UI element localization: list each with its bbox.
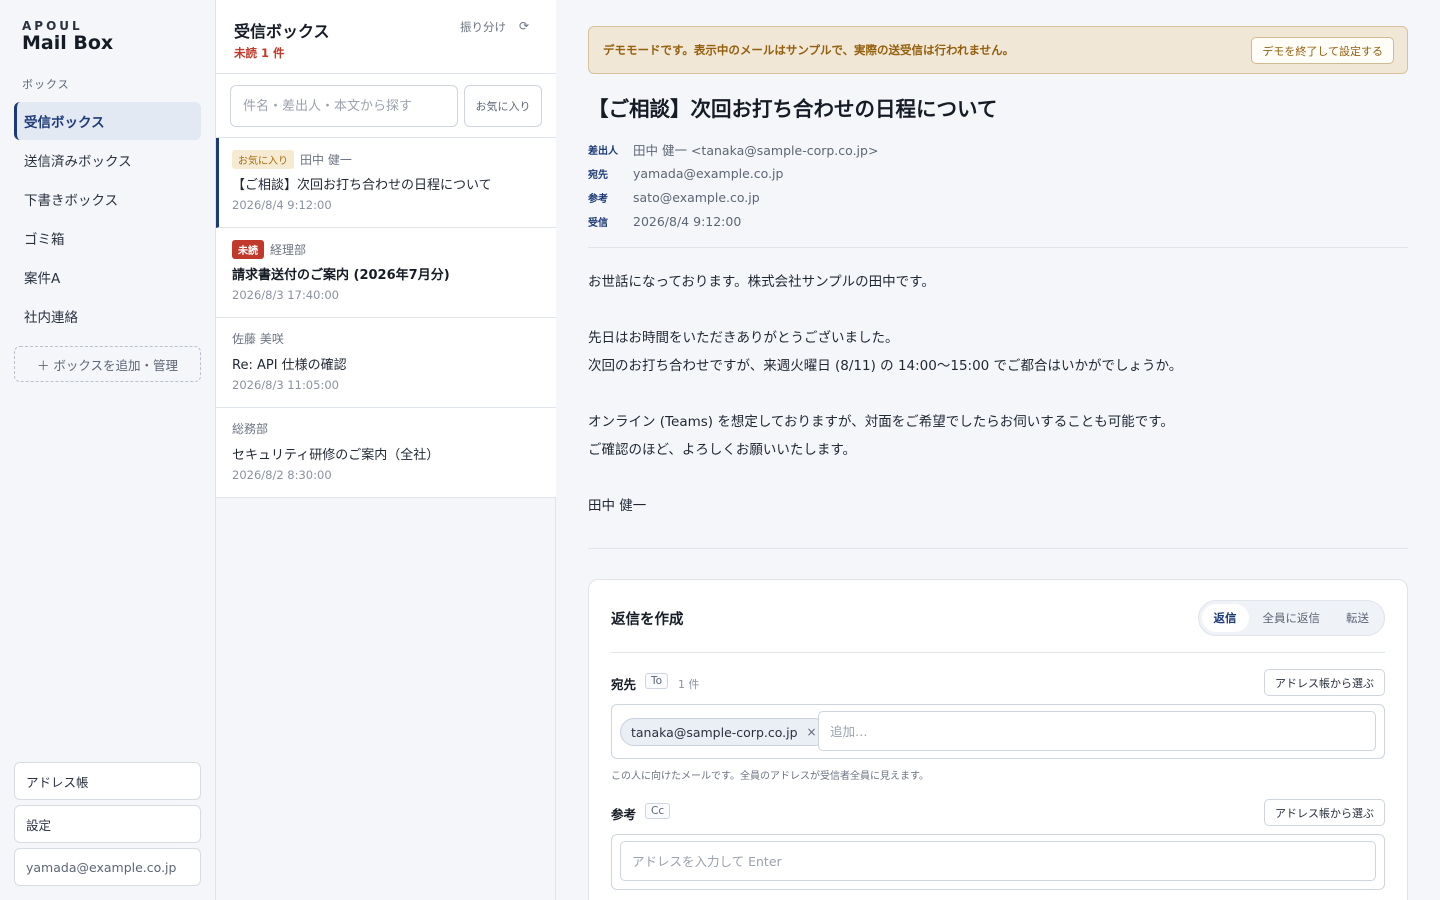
settings-button[interactable]: 設定 [14, 805, 201, 843]
meta-cc-row: 参考 sato@example.co.jp [588, 185, 878, 209]
list-item-date: 2026/8/3 11:05:00 [232, 378, 339, 392]
cc-field-label: 参考 [611, 807, 637, 822]
unread-badge: 未読 [232, 240, 264, 259]
list-title: 受信ボックス [234, 22, 330, 41]
list-item-header: お気に入り 田中 健一 [232, 150, 352, 169]
list-item-header: 総務部 [232, 420, 268, 437]
address-book-button[interactable]: アドレス帳 [14, 762, 201, 800]
list-item-subject: Re: API 仕様の確認 [232, 358, 347, 373]
meta-received-row: 受信 2026/8/4 9:12:00 [588, 209, 878, 233]
to-tag: To [645, 673, 669, 689]
list-item-sender: 田中 健一 [300, 153, 352, 167]
search-row: お気に入り [216, 74, 556, 138]
to-count: 1 件 [678, 678, 700, 691]
mailbox-section-label: ボックス [22, 78, 70, 91]
body-line: ご確認のほど、よろしくお願いいたします。 [588, 442, 856, 458]
list-item[interactable]: お気に入り 田中 健一 【ご相談】次回お打ち合わせの日程について 2026/8/… [216, 138, 556, 228]
account-button[interactable]: yamada@example.co.jp [14, 848, 201, 886]
sidebar-item-inbox[interactable]: 受信ボックス [14, 102, 201, 140]
demo-mode-banner: デモモードです。表示中のメールはサンプルで、実際の送受信は行われません。 デモを… [588, 26, 1408, 74]
to-address-book-button[interactable]: アドレス帳から選ぶ [1264, 669, 1385, 696]
reply-composer: 返信を作成 返信 全員に返信 転送 宛先 To 1 件 アドレス帳から選ぶ ta… [588, 579, 1408, 900]
list-item-header: 佐藤 美咲 [232, 330, 284, 347]
brand-tagline: APOUL [22, 19, 83, 33]
sort-button[interactable]: 振り分け [460, 19, 506, 35]
to-field-label: 宛先 [611, 677, 637, 692]
body-line [588, 380, 1408, 408]
tab-reply-all[interactable]: 全員に返信 [1251, 604, 1333, 632]
app-logo-title: Mail Box [22, 32, 114, 54]
body-divider [588, 548, 1408, 549]
meta-to-row: 宛先 yamada@example.co.jp [588, 161, 878, 185]
to-add-input[interactable] [818, 711, 1376, 751]
meta-from-value: 田中 健一 <tanaka@sample-corp.co.jp> [633, 142, 879, 158]
cc-address-book-button[interactable]: アドレス帳から選ぶ [1264, 799, 1385, 826]
sidebar-item-internal[interactable]: 社内連絡 [14, 297, 201, 335]
list-item-subject: セキュリティ研修のご案内（全社） [232, 448, 440, 463]
body-line: 次回のお打ち合わせですが、来週火曜日 (8/11) の 14:00〜15:00 … [588, 358, 1183, 374]
list-item-sender: 経理部 [270, 243, 307, 257]
close-icon[interactable]: × [807, 725, 817, 739]
composer-divider [611, 652, 1385, 653]
meta-received-value: 2026/8/4 9:12:00 [633, 213, 742, 229]
tab-reply[interactable]: 返信 [1201, 604, 1249, 632]
sidebar-item-drafts[interactable]: 下書きボックス [14, 180, 201, 218]
list-item-date: 2026/8/4 9:12:00 [232, 198, 332, 212]
mail-body: お世話になっております。株式会社サンプルの田中です。 先日はお時間をいただきあり… [588, 268, 1408, 520]
header-divider [588, 247, 1408, 248]
mailbox-nav: 受信ボックス 送信済みボックス 下書きボックス ゴミ箱 案件A 社内連絡 [14, 102, 201, 336]
meta-cc-value: sato@example.co.jp [633, 189, 760, 205]
sidebar-item-trash[interactable]: ゴミ箱 [14, 219, 201, 257]
body-line: オンライン (Teams) を想定しておりますが、対面をご希望でしたらお伺いする… [588, 414, 1174, 430]
list-item-sender: 佐藤 美咲 [232, 332, 284, 346]
body-line: 田中 健一 [588, 498, 647, 514]
mail-meta: 差出人 田中 健一 <tanaka@sample-corp.co.jp> 宛先 … [588, 137, 878, 233]
meta-from-label: 差出人 [588, 145, 618, 157]
search-input[interactable] [230, 85, 458, 127]
message-list-pane: 受信ボックス 未読 1 件 振り分け ⟳ お気に入り お気に入り 田中 健一 【… [216, 0, 556, 900]
list-item-sender: 総務部 [232, 422, 269, 436]
meta-cc-label: 参考 [588, 193, 608, 205]
body-line: 先日はお時間をいただきありがとうございました。 [588, 330, 899, 346]
favorite-filter-button[interactable]: お気に入り [464, 85, 542, 127]
list-item-subject: 請求書送付のご案内 (2026年7月分) [232, 268, 450, 283]
recipient-chip-label: tanaka@sample-corp.co.jp [631, 724, 798, 740]
composer-title: 返信を作成 [611, 612, 684, 628]
meta-received-label: 受信 [588, 217, 608, 229]
refresh-icon[interactable]: ⟳ [519, 19, 529, 33]
demo-mode-text: デモモードです。表示中のメールはサンプルで、実際の送受信は行われません。 [603, 43, 1015, 57]
list-item-date: 2026/8/2 8:30:00 [232, 468, 332, 482]
mail-subject: 【ご相談】次回お打ち合わせの日程について [588, 97, 998, 121]
tab-forward[interactable]: 転送 [1334, 604, 1381, 632]
body-line [588, 464, 1408, 492]
meta-to-label: 宛先 [588, 169, 608, 181]
list-item-header: 未読 経理部 [232, 240, 306, 259]
cc-input[interactable] [620, 841, 1376, 881]
sidebar-item-sent[interactable]: 送信済みボックス [14, 141, 201, 179]
recipient-chip: tanaka@sample-corp.co.jp × [620, 718, 828, 746]
list-item-date: 2026/8/3 17:40:00 [232, 288, 339, 302]
meta-to-value: yamada@example.co.jp [633, 165, 784, 181]
sidebar-item-project-a[interactable]: 案件A [14, 258, 201, 296]
to-recipients-box: tanaka@sample-corp.co.jp × [611, 704, 1385, 759]
list-item-subject: 【ご相談】次回お打ち合わせの日程について [232, 178, 492, 193]
add-mailbox-button[interactable]: ＋ ボックスを追加・管理 [14, 346, 201, 382]
favorite-badge: お気に入り [232, 150, 294, 169]
list-item[interactable]: 未読 経理部 請求書送付のご案内 (2026年7月分) 2026/8/3 17:… [216, 228, 556, 318]
reading-pane: デモモードです。表示中のメールはサンプルで、実際の送受信は行われません。 デモを… [556, 0, 1440, 900]
unread-count: 未読 1 件 [234, 46, 285, 60]
cc-tag: Cc [645, 803, 671, 819]
cc-recipients-box [611, 834, 1385, 890]
exit-demo-button[interactable]: デモを終了して設定する [1251, 37, 1394, 64]
reply-mode-tabs: 返信 全員に返信 転送 [1197, 600, 1385, 636]
meta-from-row: 差出人 田中 健一 <tanaka@sample-corp.co.jp> [588, 137, 878, 161]
list-item[interactable]: 佐藤 美咲 Re: API 仕様の確認 2026/8/3 11:05:00 [216, 318, 556, 408]
list-item[interactable]: 総務部 セキュリティ研修のご案内（全社） 2026/8/2 8:30:00 [216, 408, 556, 498]
sidebar: APOUL Mail Box ボックス 受信ボックス 送信済みボックス 下書きボ… [0, 0, 216, 900]
body-line [588, 296, 1408, 324]
list-header: 受信ボックス 未読 1 件 振り分け ⟳ [216, 0, 556, 74]
body-line: お世話になっております。株式会社サンプルの田中です。 [588, 274, 935, 290]
to-hint: この人に向けたメールです。全員のアドレスが受信者全員に見えます。 [611, 771, 929, 782]
